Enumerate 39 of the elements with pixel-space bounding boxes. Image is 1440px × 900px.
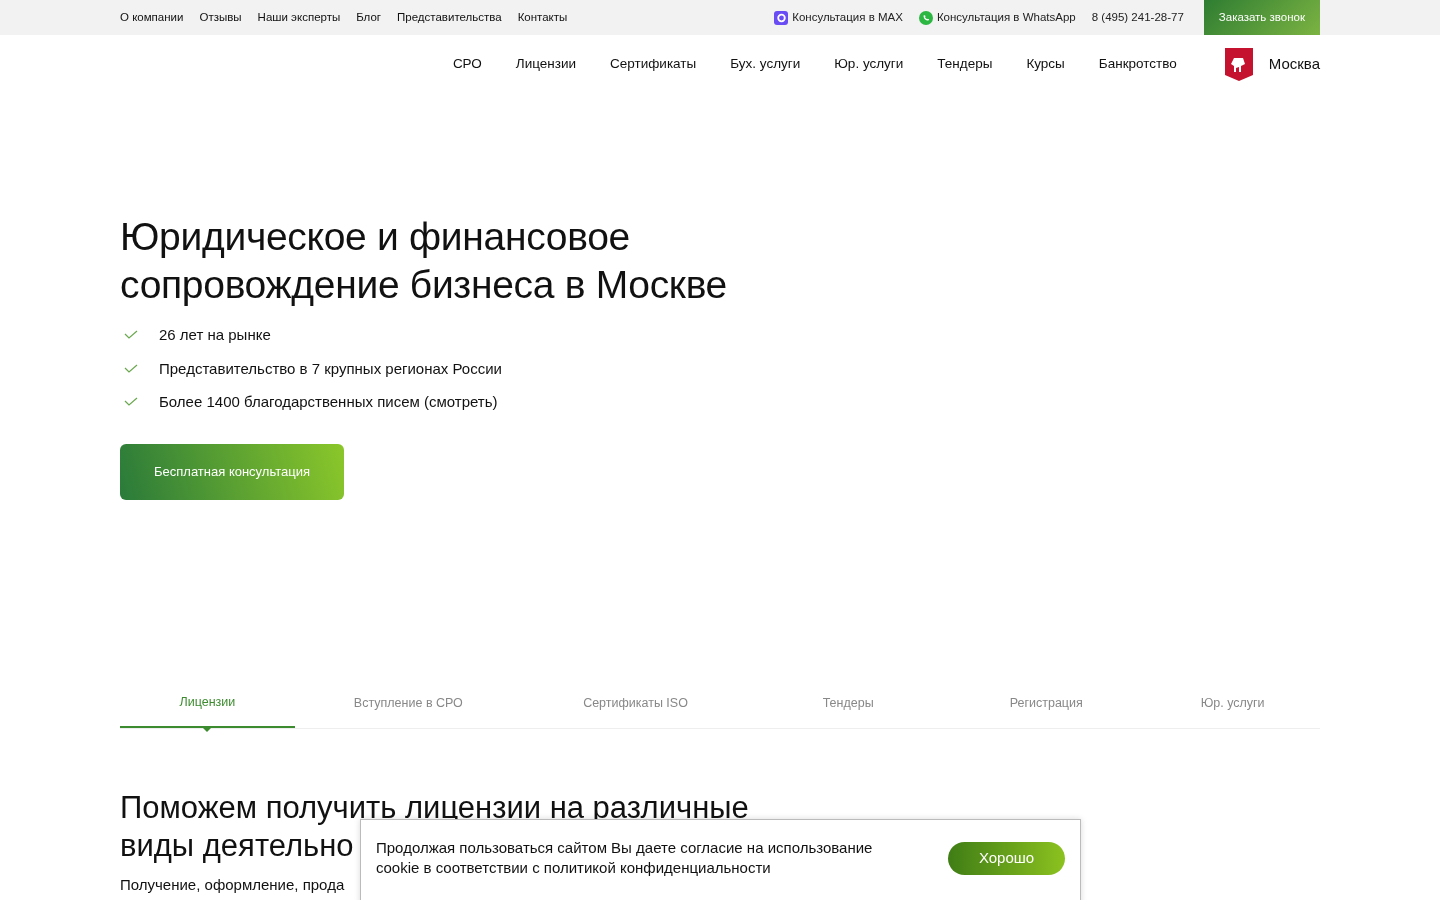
tab[interactable]: Юр. услуги (1145, 679, 1320, 728)
chat-icon (774, 10, 789, 25)
coat-of-arms-icon (1224, 47, 1253, 81)
feature-text: Более 1400 благодарственных писем (смотреть) (159, 392, 498, 413)
topbar-link[interactable]: Наши эксперты (257, 8, 341, 27)
tab[interactable]: Сертификаты ISO (521, 679, 750, 728)
topbar-link[interactable]: Представительства (397, 8, 502, 27)
hero-title: Юридическое и финансовое сопровождение бизнеса в Москве (120, 214, 728, 308)
nav-link[interactable]: СРО (452, 53, 482, 75)
check-icon (124, 363, 138, 374)
contact-link[interactable]: Консультация в WhatsApp (936, 8, 1076, 27)
nav-link[interactable]: Курсы (1026, 53, 1065, 75)
city-link[interactable]: Москва (1268, 52, 1320, 76)
nav-link[interactable]: Тендеры (937, 53, 993, 75)
nav-link[interactable]: Юр. услуги (834, 53, 904, 75)
check-icon (124, 397, 138, 408)
feature-text: 26 лет на рынке (159, 325, 271, 346)
consultation-button[interactable]: Бесплатная консультация (120, 443, 344, 500)
phone-link[interactable]: 8 (495) 241-28-77 (1091, 8, 1184, 27)
tab[interactable]: Тендеры (749, 679, 948, 728)
check-icon (124, 330, 138, 341)
callback-button[interactable]: Заказать звонок (1203, 0, 1320, 35)
feature-text: Представительство в 7 крупных регионах России (159, 358, 502, 379)
topbar-link[interactable]: О компании (120, 8, 184, 27)
section-heading: виды деятельно (120, 827, 354, 866)
contact-link[interactable]: Консультация в MAX (792, 8, 903, 27)
nav-link[interactable]: Лицензии (515, 53, 577, 75)
nav-link[interactable]: Банкротство (1098, 53, 1177, 75)
topbar-link[interactable]: Контакты (517, 8, 568, 27)
section-heading: Поможем получить лицензии на различные (120, 788, 749, 827)
topbar-link[interactable]: Блог (356, 8, 382, 27)
nav-link[interactable]: Сертификаты (610, 53, 697, 75)
section-subtitle: Получение, оформление, прода (120, 875, 345, 896)
whatsapp-icon (918, 10, 933, 25)
tab[interactable]: Вступление в СРО (294, 679, 522, 728)
nav-link[interactable]: Бух. услуги (730, 53, 801, 75)
tab[interactable]: Регистрация (947, 679, 1146, 728)
topbar-link[interactable]: Отзывы (199, 8, 242, 27)
cookie-text: Продолжая пользоваться сайтом Вы даете согласие на использование cookie в соответствии с политикой конфиденциальности (376, 838, 874, 879)
